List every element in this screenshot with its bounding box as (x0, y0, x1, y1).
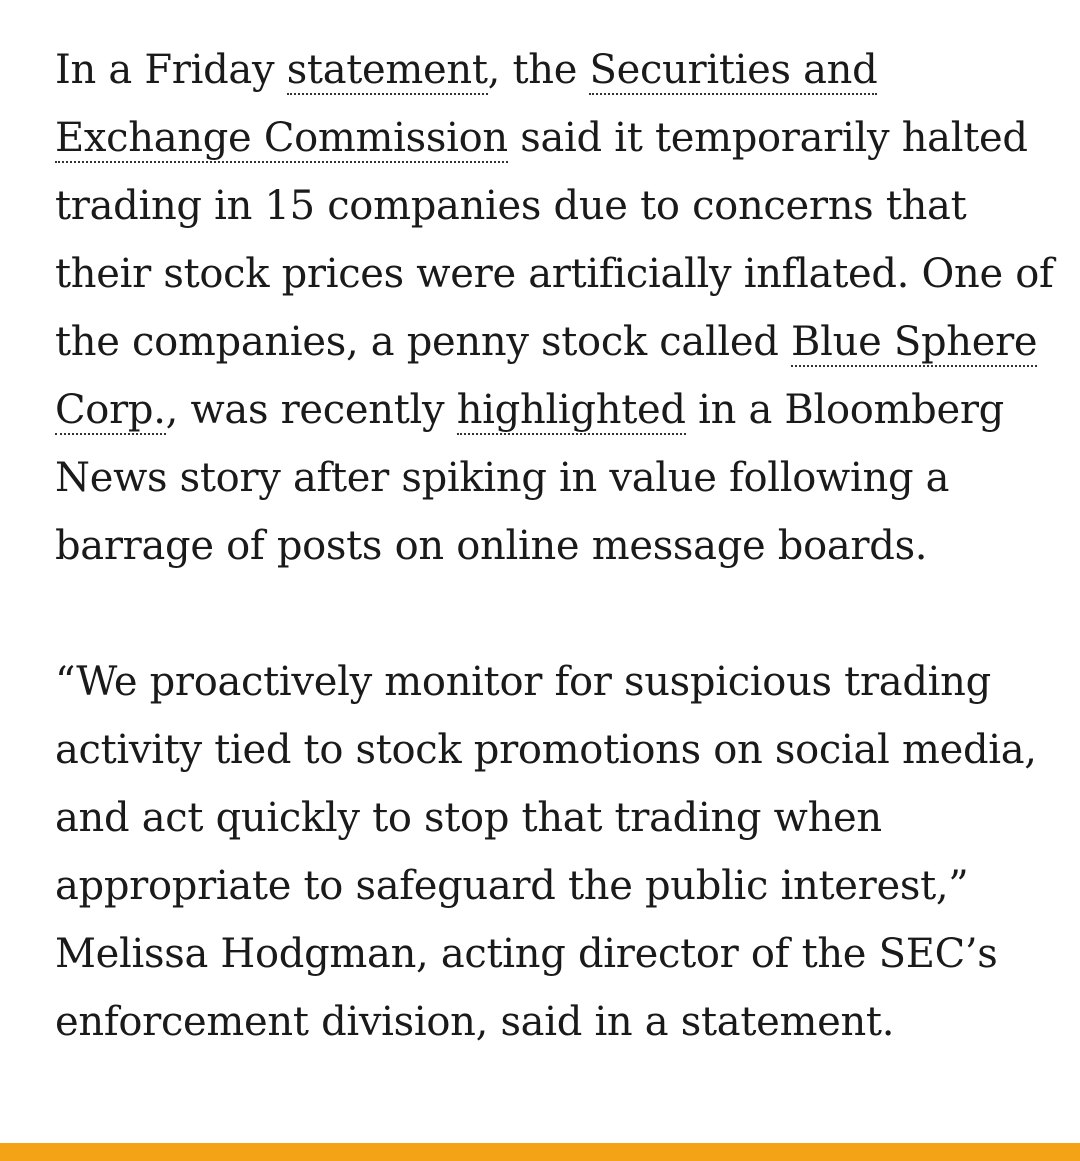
highlighted-link[interactable]: highlighted (456, 387, 686, 435)
article-body: In a Friday statement, the Securities an… (55, 36, 1055, 1056)
paragraph-text: , the (487, 47, 590, 93)
accent-bar (0, 1143, 1080, 1161)
statement-link[interactable]: statement (286, 47, 488, 95)
paragraph-text: , was recently (165, 387, 457, 433)
paragraph-text: In a Friday (55, 47, 287, 93)
paragraph-sec-halt: In a Friday statement, the Securities an… (55, 36, 1055, 580)
paragraph-quote: “We proactively monitor for suspicious t… (55, 659, 1037, 1045)
